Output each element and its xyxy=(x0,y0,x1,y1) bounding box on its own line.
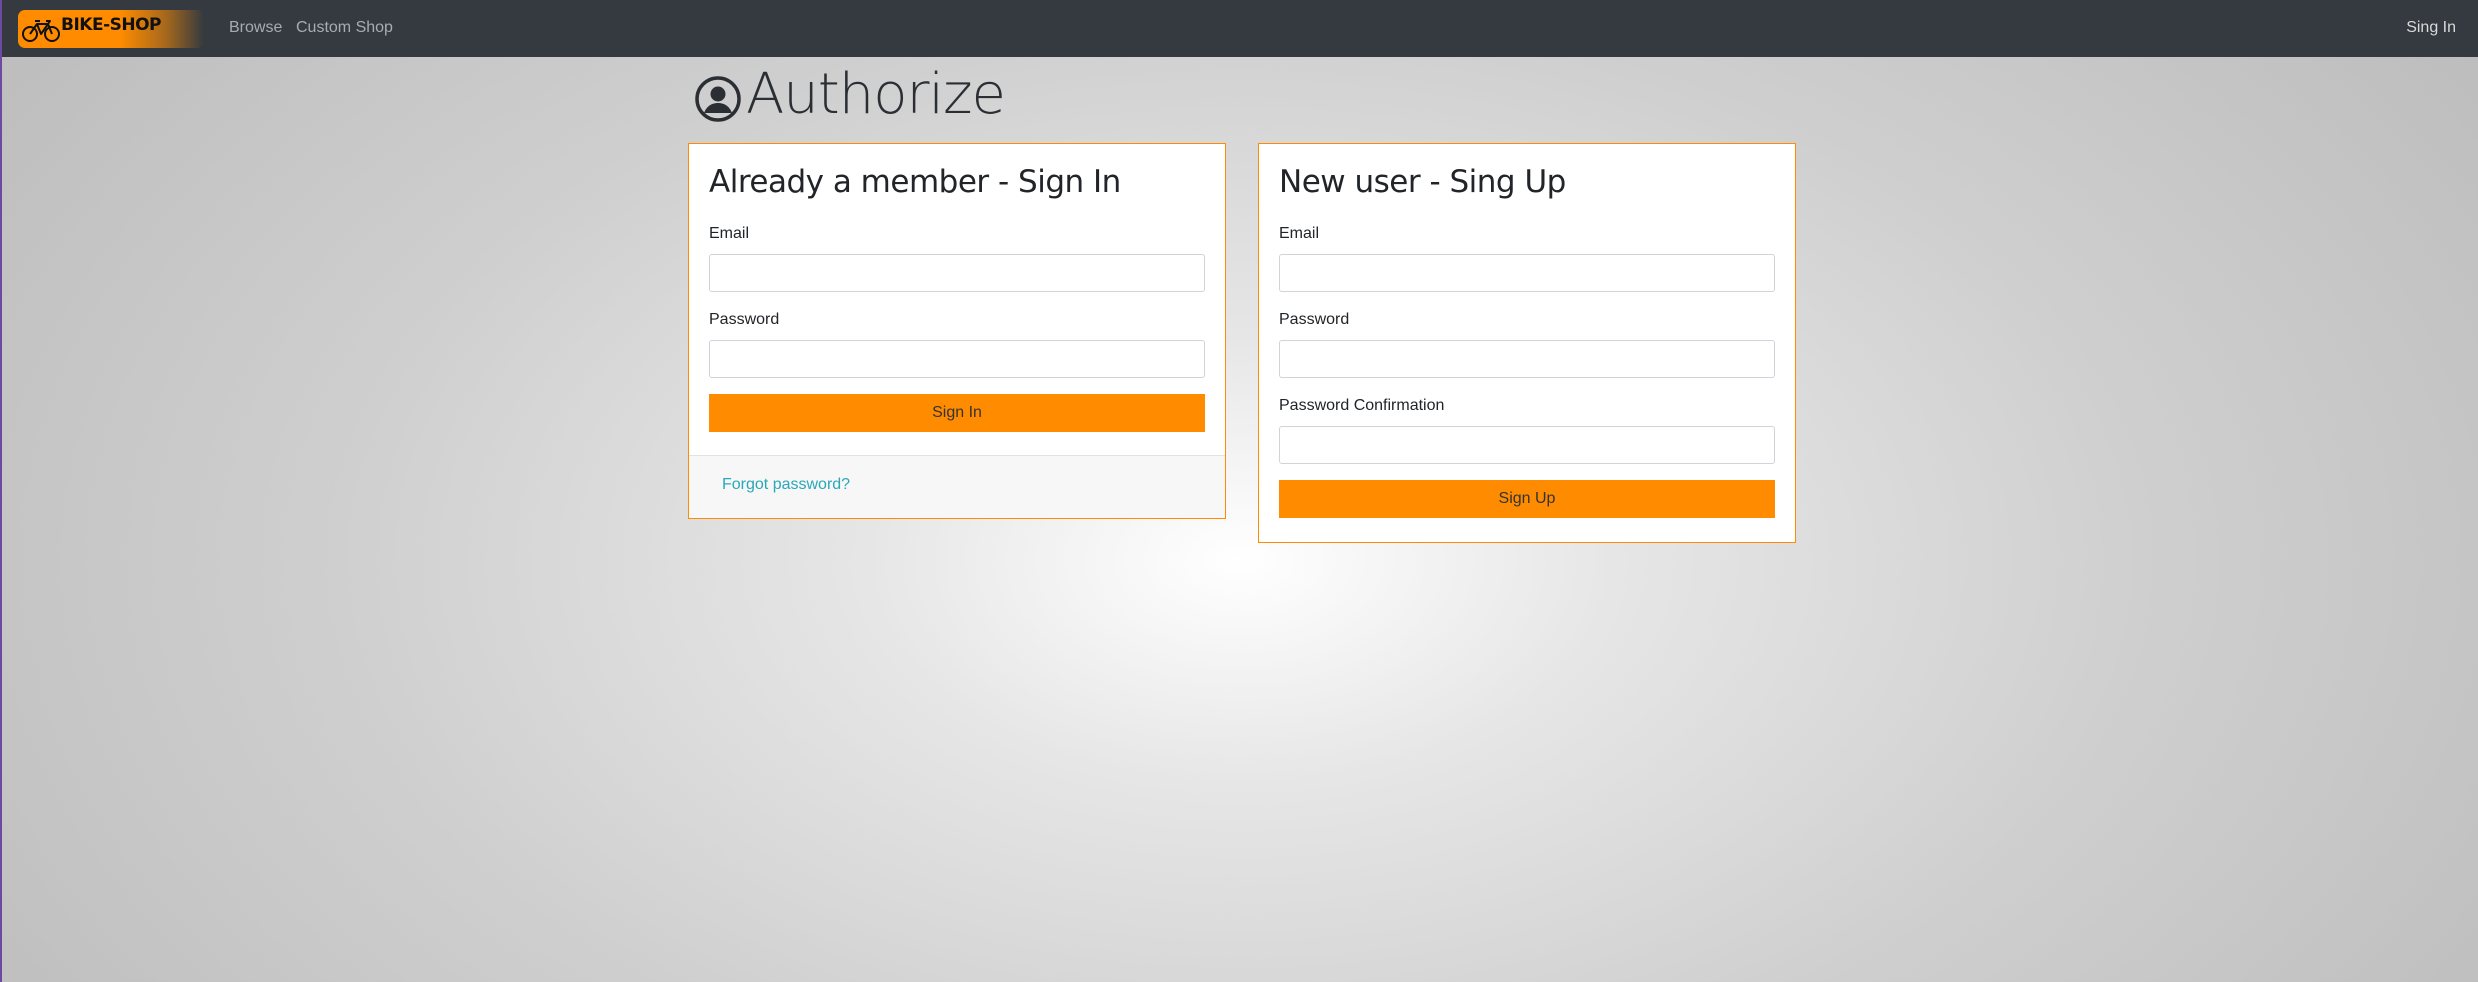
top-navbar: BIKE-SHOP Browse Custom Shop Sing In xyxy=(2,0,2478,57)
sign-up-email-field[interactable] xyxy=(1279,254,1775,293)
sign-up-card: New user - Sing Up Email Password Passwo… xyxy=(1258,143,1796,543)
sign-in-button[interactable]: Sign In xyxy=(709,394,1205,433)
nav-sign-in-link[interactable]: Sing In xyxy=(2406,19,2456,37)
sign-up-password-field[interactable] xyxy=(1279,340,1775,379)
sign-in-card-footer: Forgot password? xyxy=(689,455,1225,518)
nav-browse-link[interactable]: Browse xyxy=(229,19,282,37)
brand-logo[interactable]: BIKE-SHOP xyxy=(18,10,204,48)
forgot-password-link[interactable]: Forgot password? xyxy=(722,476,850,494)
page-title: Authorize xyxy=(694,60,1006,128)
page-title-text: Authorize xyxy=(746,61,1006,127)
sign-in-email-label: Email xyxy=(709,225,750,243)
sign-up-password-label: Password xyxy=(1279,311,1350,329)
sign-up-heading: New user - Sing Up xyxy=(1279,164,1566,200)
sign-up-button[interactable]: Sign Up xyxy=(1279,480,1775,519)
nav-custom-shop-link[interactable]: Custom Shop xyxy=(296,19,393,37)
user-circle-icon xyxy=(695,76,741,122)
sign-in-password-field[interactable] xyxy=(709,340,1205,379)
sign-in-card: Already a member - Sign In Email Passwor… xyxy=(688,143,1226,519)
sign-in-email-field[interactable] xyxy=(709,254,1205,293)
sign-in-heading: Already a member - Sign In xyxy=(709,164,1121,200)
sign-up-password-confirmation-field[interactable] xyxy=(1279,426,1775,465)
sign-up-password-confirmation-label: Password Confirmation xyxy=(1279,397,1445,415)
brand-name: BIKE-SHOP xyxy=(61,15,162,35)
sign-in-password-label: Password xyxy=(709,311,780,329)
sign-up-email-label: Email xyxy=(1279,225,1320,243)
bicycle-icon xyxy=(22,20,60,42)
